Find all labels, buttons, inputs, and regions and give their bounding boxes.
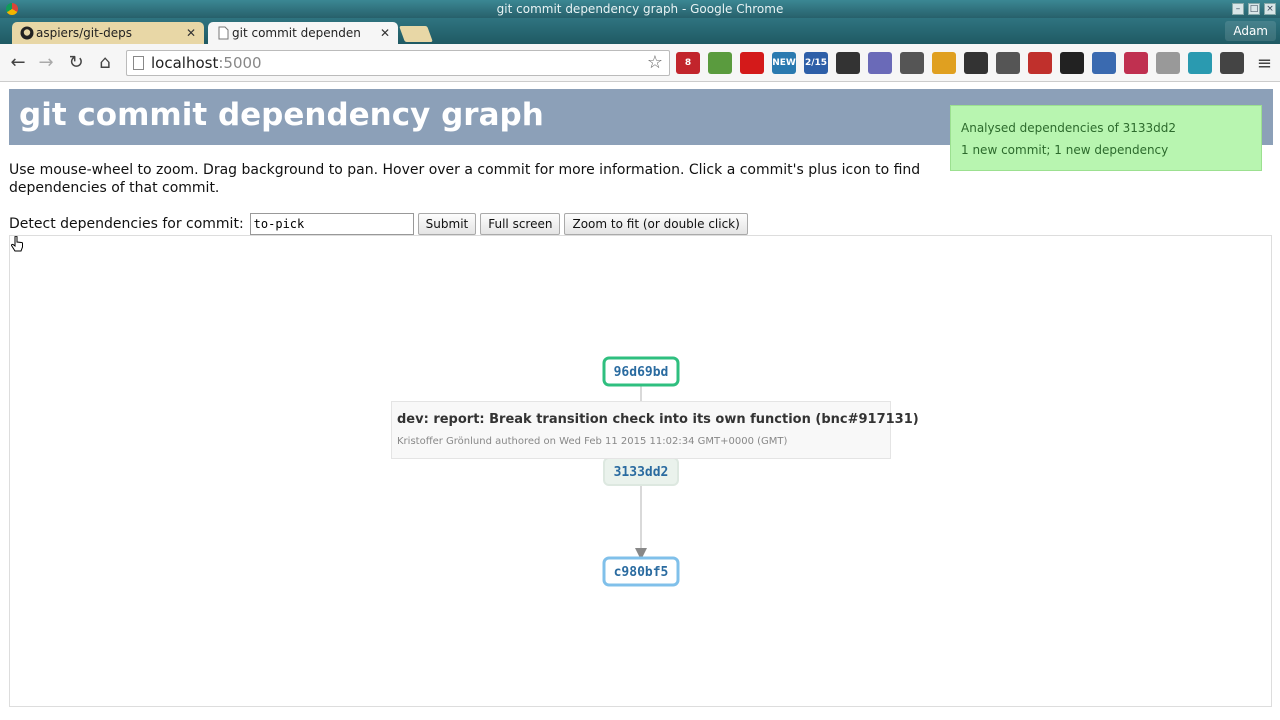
- commit-node-c980bf5[interactable]: c980bf5: [602, 556, 680, 587]
- new-tab-button[interactable]: [399, 26, 433, 42]
- home-icon[interactable]: ⌂: [95, 53, 115, 73]
- adblock-icon[interactable]: [740, 52, 764, 74]
- commit-node-96d69bd[interactable]: 96d69bd: [602, 356, 680, 387]
- earth-icon[interactable]: [1092, 52, 1116, 74]
- svg-text:96d69bd: 96d69bd: [614, 365, 669, 380]
- browser-toolbar: ← → ↻ ⌂ localhost:5000 ☆ 8 NEW 2/15 ≡: [0, 44, 1280, 82]
- svg-text:3133dd2: 3133dd2: [614, 465, 669, 480]
- menu-icon[interactable]: ≡: [1257, 53, 1272, 74]
- evernote-icon[interactable]: [708, 52, 732, 74]
- svg-text:c980bf5: c980bf5: [614, 565, 669, 580]
- puzzle-icon[interactable]: [900, 52, 924, 74]
- tab-dependency-graph[interactable]: git commit dependen ✕: [208, 22, 398, 44]
- submit-button[interactable]: Submit: [417, 213, 477, 235]
- tab-label: aspiers/git-deps: [36, 26, 133, 40]
- tab-close-icon[interactable]: ✕: [186, 22, 196, 44]
- commit-node-3133dd2[interactable]: 3133dd2: [603, 457, 679, 486]
- github-icon: [20, 26, 34, 40]
- commit-tooltip: dev: report: Break transition check into…: [391, 401, 919, 459]
- page-content: git commit dependency graph Analysed dep…: [0, 83, 1280, 720]
- window-controls: – □ ×: [1232, 3, 1276, 15]
- address-bar[interactable]: localhost:5000 ☆: [126, 50, 670, 76]
- extension-icons: 8 NEW 2/15: [676, 52, 1244, 74]
- profile-button[interactable]: Adam: [1225, 21, 1276, 41]
- tooltip-title: dev: report: Break transition check into…: [397, 412, 919, 427]
- chrome-icon: [6, 3, 18, 15]
- globe-icon[interactable]: [868, 52, 892, 74]
- address-url[interactable]: localhost:5000: [151, 51, 262, 75]
- help-text: Use mouse-wheel to zoom. Drag background…: [9, 162, 921, 196]
- lastpass-icon[interactable]: 8: [676, 52, 700, 74]
- settings-icon[interactable]: [964, 52, 988, 74]
- minimize-icon[interactable]: –: [1232, 3, 1244, 15]
- page-icon: [133, 56, 144, 70]
- bookmark-icon[interactable]: [1028, 52, 1052, 74]
- zoom-to-fit-button[interactable]: Zoom to fit (or double click): [564, 213, 748, 235]
- reload-icon[interactable]: ↻: [66, 53, 86, 73]
- calendar-icon[interactable]: 2/15: [804, 52, 828, 74]
- tab-strip: aspiers/git-deps ✕ git commit dependen ✕…: [0, 18, 1280, 44]
- signin-icon[interactable]: [932, 52, 956, 74]
- tab-close-icon[interactable]: ✕: [380, 22, 390, 44]
- maximize-icon[interactable]: □: [1248, 3, 1260, 15]
- bookmark-star-icon[interactable]: ☆: [647, 52, 663, 74]
- commit-form: Detect dependencies for commit: Submit F…: [9, 213, 748, 235]
- notice-line: Analysed dependencies of 3133dd2: [961, 121, 1177, 135]
- window-title: git commit dependency graph - Google Chr…: [496, 2, 784, 16]
- pocket-icon[interactable]: [996, 52, 1020, 74]
- back-icon[interactable]: ←: [8, 53, 28, 73]
- clock-icon[interactable]: [1220, 52, 1244, 74]
- page-icon: [218, 26, 229, 40]
- tooltip-meta: Kristoffer Grönlund authored on Wed Feb …: [397, 436, 788, 447]
- dependency-graph[interactable]: 96d69bd 3133dd2 c980bf5 dev: report: Bre…: [9, 235, 1272, 707]
- status-notice: Analysed dependencies of 3133dd2 1 new c…: [950, 105, 1262, 171]
- notice-line: 1 new commit; 1 new dependency: [961, 143, 1169, 157]
- hand-cursor-icon: [10, 236, 23, 252]
- close-icon[interactable]: ×: [1264, 3, 1276, 15]
- page-title: git commit dependency graph: [19, 97, 544, 133]
- tab-git-deps[interactable]: aspiers/git-deps ✕: [12, 22, 204, 44]
- commit-label: Detect dependencies for commit:: [9, 216, 244, 232]
- window-titlebar: git commit dependency graph - Google Chr…: [0, 0, 1280, 18]
- graph-canvas[interactable]: 96d69bd 3133dd2 c980bf5: [10, 236, 1271, 706]
- grid-icon[interactable]: [1060, 52, 1084, 74]
- tab-label: git commit dependen: [232, 26, 361, 40]
- m-icon[interactable]: [1188, 52, 1212, 74]
- delicious-icon[interactable]: [836, 52, 860, 74]
- full-screen-button[interactable]: Full screen: [480, 213, 561, 235]
- forward-icon[interactable]: →: [36, 53, 56, 73]
- commit-input[interactable]: [249, 213, 414, 235]
- plus-cross-icon[interactable]: [1124, 52, 1148, 74]
- sphere-icon[interactable]: [1156, 52, 1180, 74]
- new-badge-icon[interactable]: NEW: [772, 52, 796, 74]
